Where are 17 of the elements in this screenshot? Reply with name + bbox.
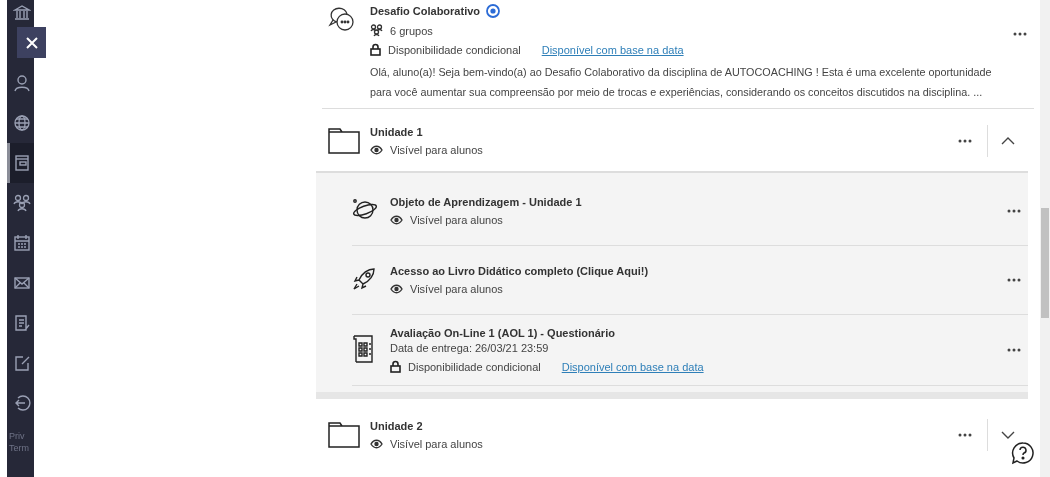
availability-label: Disponibilidade condicional (408, 360, 541, 373)
item-title[interactable]: Acesso ao Livro Didático completo (Clique Aqui!) (390, 265, 1000, 277)
item-description: Olá, aluno(a)! Seja bem-vindo(a) ao Desafio Colaborativo da disciplina de AUTOCOACHING ! Esta é uma excelente oportunidade para você aumentar sua compreensão por meio de trocas e experiências, considerando os conceitos discutidos na disciplina. ... (370, 65, 993, 100)
item-title[interactable]: Objeto de Aprendizagem - Unidade 1 (390, 196, 1000, 208)
item-title[interactable]: Avaliação On-Line 1 (AOL 1) - Questionário (390, 327, 1000, 339)
due-date: Data de entrega: 26/03/21 23:59 (390, 342, 550, 354)
visibility-label: Visível para alunos (410, 283, 503, 295)
availability-label: Disponibilidade condicional (388, 43, 521, 56)
item-title[interactable]: Unidade 2 (370, 420, 423, 432)
visibility-label: Visível para alunos (390, 438, 483, 450)
item-title[interactable]: Unidade 1 (370, 126, 423, 138)
visibility-label: Visível para alunos (390, 144, 483, 156)
group-count: 6 grupos (390, 24, 433, 37)
availability-link[interactable]: Disponível com base na data (561, 360, 704, 373)
item-title[interactable]: Desafio Colaborativo (370, 5, 481, 17)
visibility-label: Visível para alunos (410, 214, 503, 226)
availability-link[interactable]: Disponível com base na data (541, 43, 684, 56)
